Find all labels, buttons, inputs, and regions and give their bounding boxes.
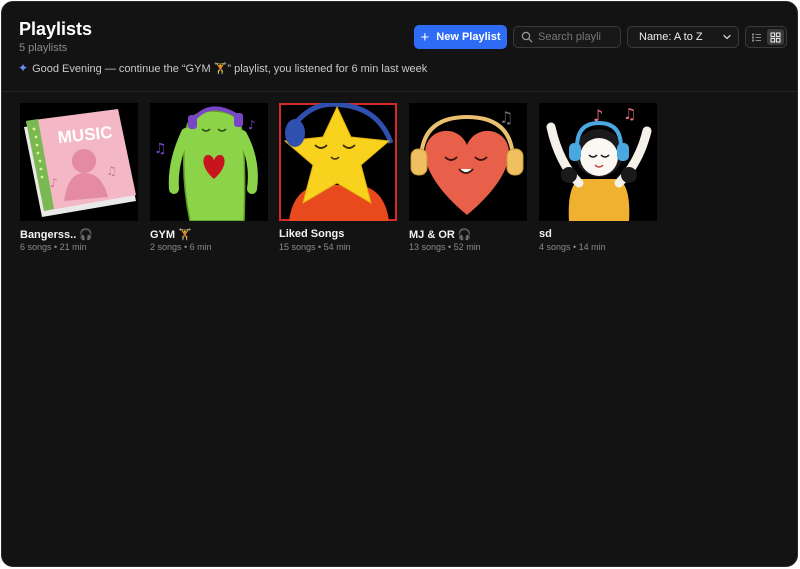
green-character-heart-cover: ♫ ♪: [150, 103, 268, 221]
playlist-name: Liked Songs: [279, 228, 345, 240]
view-toggle: [745, 26, 787, 48]
playlist-name: GYM 🏋: [150, 229, 192, 241]
svg-text:♪: ♪: [248, 118, 256, 132]
sort-value: Name: A to Z: [639, 31, 703, 43]
playlist-meta: 6 songs • 21 min: [20, 242, 87, 252]
sort-select[interactable]: Name: A to Z: [627, 26, 739, 48]
svg-text:♫: ♫: [154, 141, 167, 157]
music-book-cover: MUSIC ♪ ♫: [20, 103, 138, 221]
search-input[interactable]: [538, 29, 618, 45]
svg-text:♪: ♪: [593, 106, 603, 125]
list-view-icon: [752, 33, 761, 41]
heart-headphones-cover: ♫: [409, 103, 527, 221]
playlist-card[interactable]: ♫ ♪ GYM 🏋 2 songs • 6 min: [150, 103, 268, 252]
page-header: Playlists 5 playlists ✦ Good Evening — c…: [2, 2, 797, 92]
page-title: Playlists: [19, 19, 93, 39]
playlist-meta: 13 songs • 52 min: [409, 242, 481, 252]
playlist-card[interactable]: Liked Songs 15 songs • 54 min: [279, 103, 397, 252]
playlists-window: Playlists 5 playlists ✦ Good Evening — c…: [1, 1, 798, 567]
new-playlist-label: New Playlist: [436, 31, 501, 43]
new-playlist-button[interactable]: + New Playlist: [414, 25, 507, 49]
playlist-meta: 4 songs • 14 min: [539, 242, 606, 252]
grid-view-icon: [770, 32, 781, 42]
search-box[interactable]: [513, 26, 621, 48]
playlist-card[interactable]: ♫ MJ & OR 🎧 13 songs • 52 min: [409, 103, 527, 252]
playlist-name: Bangerss.. 🎧: [20, 229, 93, 241]
svg-text:♫: ♫: [499, 108, 513, 127]
playlist-card[interactable]: ♪ ♫ sd 4 songs • 14 min: [539, 103, 657, 252]
chevron-down-icon: [723, 34, 731, 40]
playlist-count: 5 playlists: [19, 42, 68, 54]
playlist-meta: 2 songs • 6 min: [150, 242, 212, 252]
girl-headphones-cover: ♪ ♫: [539, 103, 657, 221]
playlist-name: MJ & OR 🎧: [409, 229, 472, 241]
playlist-meta: 15 songs • 54 min: [279, 242, 351, 252]
list-view-button[interactable]: [748, 29, 765, 45]
star-headphones-cover: [279, 103, 397, 221]
greeting-text: Good Evening — continue the “GYM 🏋” play…: [32, 62, 428, 75]
plus-icon: +: [420, 28, 430, 46]
sparkles-icon: ✦: [18, 61, 29, 75]
greeting-banner: ✦ Good Evening — continue the “GYM 🏋” pl…: [18, 61, 427, 75]
playlist-name: sd: [539, 228, 552, 240]
grid-view-button[interactable]: [767, 29, 784, 45]
svg-text:♫: ♫: [623, 105, 636, 123]
playlist-card[interactable]: MUSIC ♪ ♫ Bangerss.. 🎧 6 songs • 21 min: [20, 103, 138, 252]
svg-text:♪: ♪: [50, 176, 58, 190]
search-icon: [521, 31, 533, 43]
svg-text:♫: ♫: [106, 164, 117, 178]
